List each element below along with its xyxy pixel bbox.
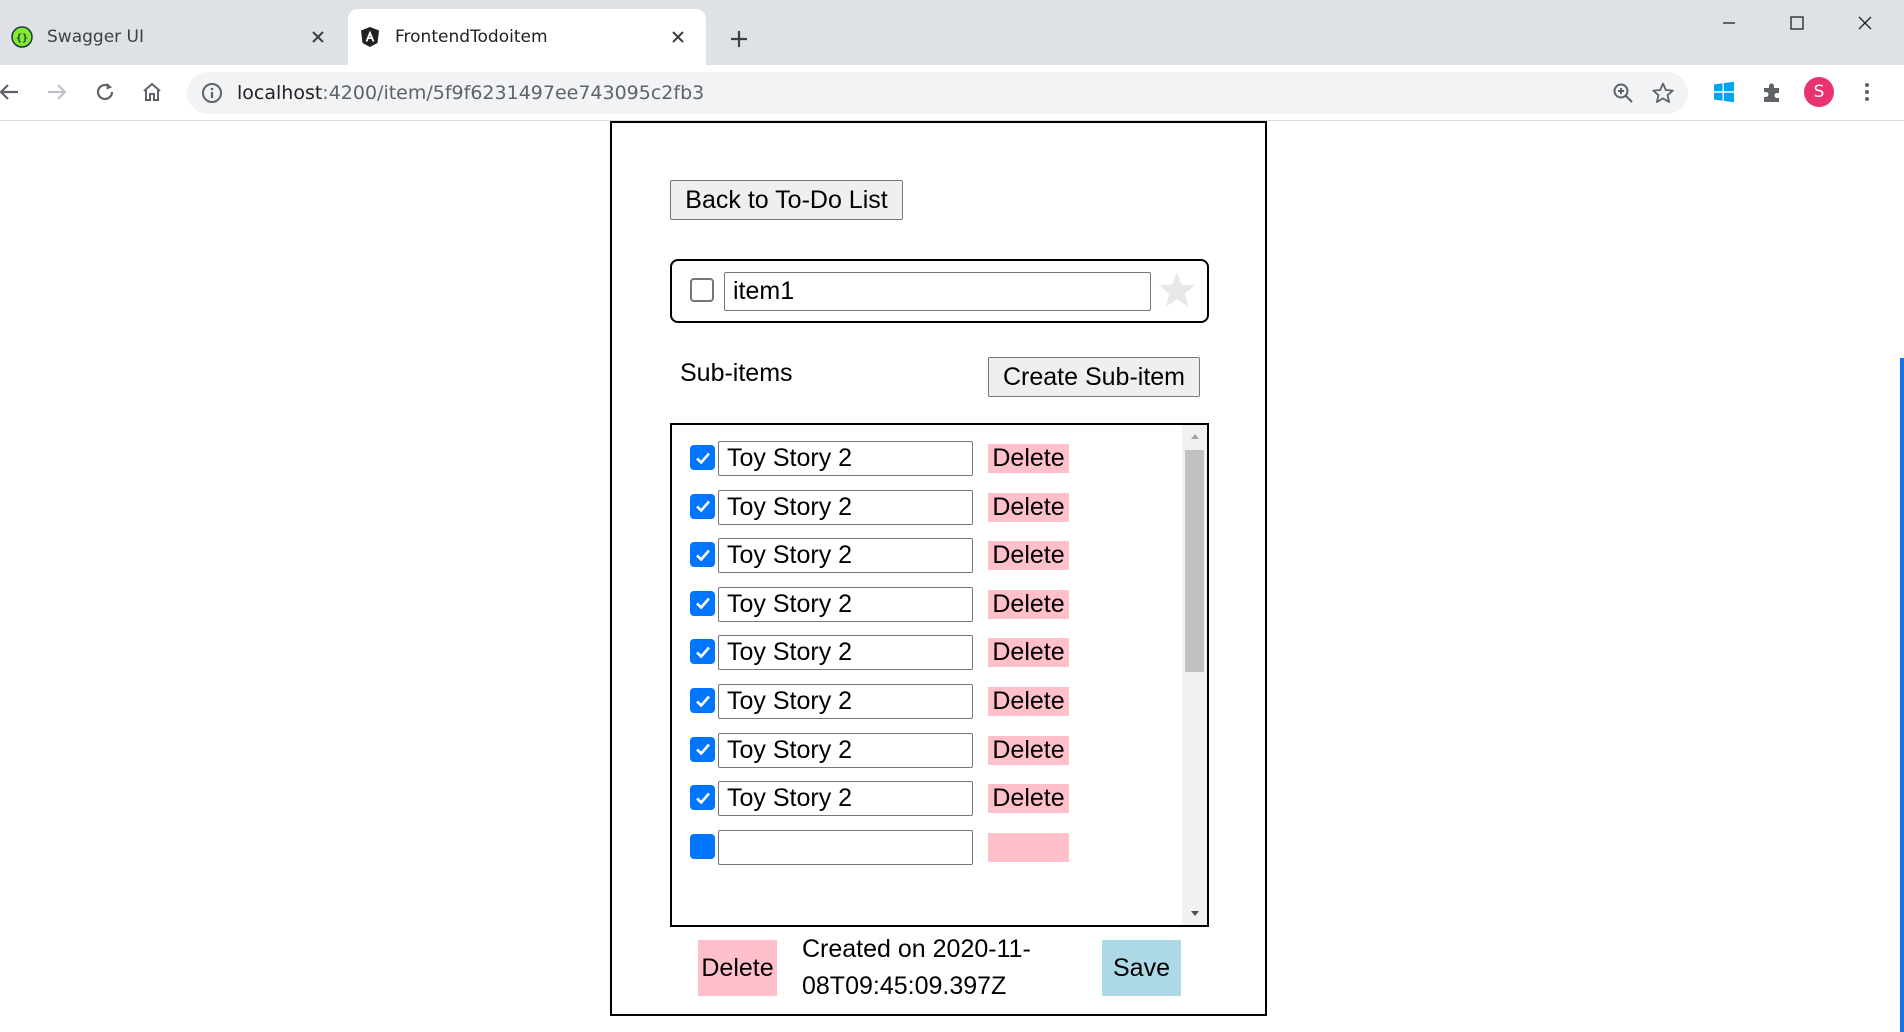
subitem-row: Toy Story 2 Delete [672,586,1182,629]
subitem-name-input[interactable]: Toy Story 2 [718,732,973,768]
save-button[interactable]: Save [1102,940,1181,996]
window-close-icon[interactable] [1835,8,1895,38]
subitem-done-checkbox[interactable] [690,542,715,568]
list-scrollbar[interactable] [1182,425,1207,925]
subitems-list: Toy Story 2 Delete Toy Story 2 Delete Toy St… [670,423,1209,927]
subitem-row: Toy Story 2 Delete [672,732,1182,775]
swagger-icon: {} [10,25,34,49]
checkmark-icon [695,646,710,659]
subitem-done-checkbox[interactable] [690,445,715,470]
url-text: localhost:4200/item/5f9f6231497ee743095c… [237,82,704,104]
subitem-row: Toy Story 2 Delete [672,635,1182,677]
tab-title: FrontendTodoitem [395,27,548,47]
subitem-delete-button[interactable]: Delete [988,687,1069,716]
subitems-heading: Sub-items [680,359,793,387]
subitem-delete-button[interactable]: Delete [988,541,1069,571]
extensions-puzzle-icon[interactable] [1757,77,1787,107]
info-icon[interactable] [201,82,223,104]
checkmark-icon [695,695,710,707]
subitem-done-checkbox[interactable] [690,590,715,616]
minimize-icon[interactable] [1699,8,1759,38]
subitem-name-input[interactable]: Toy Story 2 [718,781,973,817]
forward-arrow-icon[interactable] [42,77,72,107]
subitem-name-input[interactable]: Toy Story 2 [718,489,973,525]
todo-item-row: item1 [670,259,1209,323]
close-icon[interactable] [666,25,690,49]
checkmark-icon [695,500,710,513]
home-icon[interactable] [137,77,167,107]
tab-frontend-todoitem[interactable]: FrontendTodoitem [348,9,706,65]
checkmark-icon [695,597,710,610]
subitem-done-checkbox[interactable] [690,785,715,811]
address-bar[interactable]: localhost:4200/item/5f9f6231497ee743095c… [187,72,1688,114]
back-arrow-icon[interactable] [0,77,24,107]
profile-avatar[interactable]: S [1804,77,1834,107]
subitem-delete-button[interactable]: Delete [988,492,1069,522]
subitem-delete-button[interactable]: Delete [988,444,1069,473]
svg-text:{}: {} [16,33,28,44]
subitem-name-input[interactable]: Toy Story 2 [718,441,973,476]
url-path: :4200/item/5f9f6231497ee743095c2fb3 [322,82,705,104]
subitem-done-checkbox[interactable] [690,833,715,859]
zoom-icon[interactable] [1611,81,1635,105]
subitem-delete-button[interactable] [988,832,1069,862]
scroll-up-arrow-icon[interactable] [1182,427,1207,444]
subitem-name-input[interactable] [718,829,973,865]
url-host: localhost [237,82,323,104]
tab-swagger-ui[interactable]: {} Swagger UI [0,9,346,65]
item-done-checkbox[interactable] [690,278,714,302]
create-subitem-button[interactable]: Create Sub-item [988,357,1200,397]
subitem-delete-button[interactable]: Delete [988,589,1069,619]
subitem-done-checkbox[interactable] [690,493,715,519]
menu-dots-icon[interactable] [1852,77,1882,107]
scrollbar-thumb[interactable] [1185,450,1204,672]
browser-toolbar: localhost:4200/item/5f9f6231497ee743095c… [0,65,1904,121]
subitem-row: Toy Story 2 Delete [672,489,1182,532]
subitem-row: Toy Story 2 Delete [672,441,1182,483]
item-name-input[interactable]: item1 [724,272,1151,311]
subitem-delete-button[interactable]: Delete [988,784,1069,814]
checkmark-icon [695,743,710,756]
item-detail-card: Back to To-Do List item1 Sub-items Creat… [610,121,1267,1016]
subitem-row: Toy Story 2 Delete [672,684,1182,726]
delete-item-button[interactable]: Delete [698,940,777,996]
tab-strip: {} Swagger UI FrontendTodoitem [0,0,1904,65]
subitem-row: Toy Story 2 Delete [672,781,1182,823]
subitem-delete-button[interactable]: Delete [988,735,1069,765]
back-to-list-button[interactable]: Back to To-Do List [670,180,903,220]
subitem-done-checkbox[interactable] [690,639,715,665]
windows-extension-icon[interactable] [1709,77,1739,107]
subitem-done-checkbox[interactable] [690,688,715,713]
checkmark-icon [695,549,710,562]
reload-icon[interactable] [90,77,120,107]
subitem-name-input[interactable]: Toy Story 2 [718,635,973,671]
tab-title: Swagger UI [47,27,145,47]
checkmark-icon [695,792,710,805]
subitem-row: Toy Story 2 Delete [672,538,1182,580]
angular-icon [358,25,382,49]
scroll-down-arrow-icon[interactable] [1182,905,1207,922]
close-icon[interactable] [306,25,330,49]
checkmark-icon [695,452,710,464]
bookmark-star-icon[interactable] [1651,81,1675,105]
created-timestamp: Created on 2020-11-08T09:45:09.397Z [802,935,1031,1000]
maximize-icon[interactable] [1767,8,1827,38]
avatar: S [1804,77,1834,107]
subitem-row-partial [672,829,1182,872]
subitem-done-checkbox[interactable] [690,736,715,762]
page-scrollbar-edge [1900,358,1904,1032]
new-tab-plus-icon[interactable] [724,24,754,54]
star-icon[interactable] [1156,269,1198,311]
subitem-name-input[interactable]: Toy Story 2 [718,684,973,719]
subitem-name-input[interactable]: Toy Story 2 [718,586,973,622]
subitem-delete-button[interactable]: Delete [988,638,1069,668]
subitem-name-input[interactable]: Toy Story 2 [718,538,973,574]
